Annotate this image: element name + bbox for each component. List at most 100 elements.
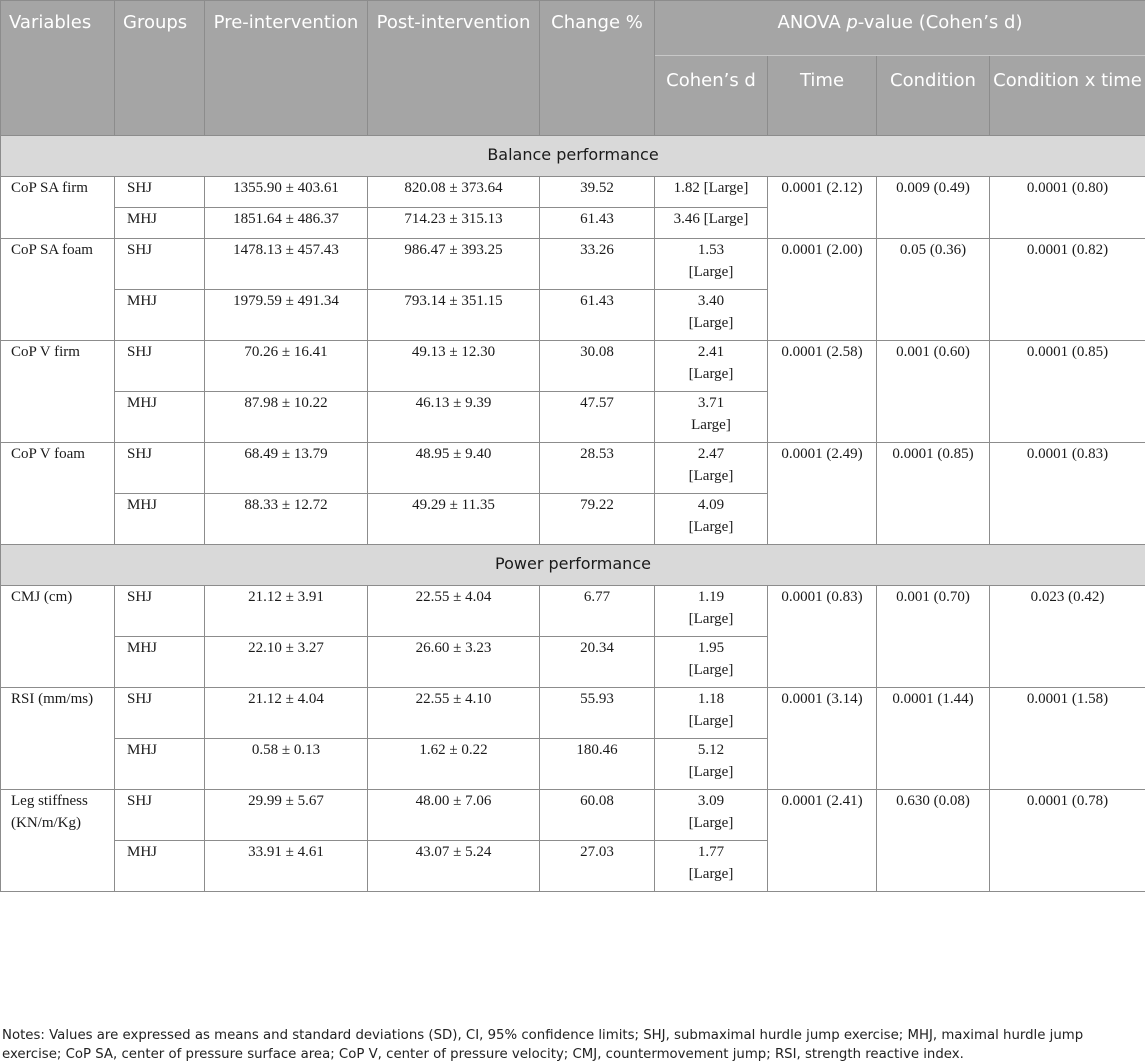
pre-value: 68.49 ± 13.79 — [204, 442, 368, 494]
post-value: 48.95 ± 9.40 — [367, 442, 540, 494]
header-post-intervention: Post-intervention — [367, 0, 540, 136]
condition-p-value: 0.0001 (1.44) — [876, 687, 990, 790]
post-value: 49.29 ± 11.35 — [367, 493, 540, 545]
pre-value: 0.58 ± 0.13 — [204, 738, 368, 790]
interaction-p-value: 0.0001 (0.82) — [989, 238, 1145, 341]
time-p-value: 0.0001 (0.83) — [767, 585, 877, 688]
cohens-d-value: 1.53 [Large] — [654, 238, 768, 290]
cohens-d-value: 3.71 Large] — [654, 391, 768, 443]
interaction-p-value: 0.0001 (0.78) — [989, 789, 1145, 892]
cohens-d-value: 1.19 [Large] — [654, 585, 768, 637]
table-row: CoP SA foam SHJ 1478.13 ± 457.43 986.47 ± 3… — [0, 238, 1145, 341]
section-header-row: Power performance — [0, 544, 1145, 586]
change-value: 33.26 — [539, 238, 655, 290]
pre-value: 33.91 ± 4.61 — [204, 840, 368, 892]
pre-value: 1355.90 ± 403.61 — [204, 176, 368, 208]
time-p-value: 0.0001 (2.58) — [767, 340, 877, 443]
pre-value: 1478.13 ± 457.43 — [204, 238, 368, 290]
table-row: Leg stiffness (KN/m/Kg) SHJ 29.99 ± 5.67 48… — [0, 789, 1145, 892]
post-value: 714.23 ± 315.13 — [367, 207, 540, 239]
post-value: 986.47 ± 393.25 — [367, 238, 540, 290]
interaction-p-value: 0.0001 (0.85) — [989, 340, 1145, 443]
cohens-d-value: 1.18 [Large] — [654, 687, 768, 739]
change-value: 61.43 — [539, 289, 655, 341]
post-value: 793.14 ± 351.15 — [367, 289, 540, 341]
change-value: 30.08 — [539, 340, 655, 392]
interaction-p-value: 0.023 (0.42) — [989, 585, 1145, 688]
condition-p-value: 0.001 (0.60) — [876, 340, 990, 443]
pre-value: 21.12 ± 4.04 — [204, 687, 368, 739]
change-value: 27.03 — [539, 840, 655, 892]
table-row: RSI (mm/ms) SHJ 21.12 ± 4.04 22.55 ± 4.10 55… — [0, 687, 1145, 790]
pre-value: 1851.64 ± 486.37 — [204, 207, 368, 239]
condition-p-value: 0.630 (0.08) — [876, 789, 990, 892]
group-cell: MHJ — [114, 289, 205, 341]
cohens-d-value: 3.46 [Large] — [654, 207, 768, 239]
time-p-value: 0.0001 (2.12) — [767, 176, 877, 239]
variable-name: CoP SA foam — [0, 238, 115, 341]
change-value: 20.34 — [539, 636, 655, 688]
section-title: Power performance — [0, 544, 1145, 586]
interaction-p-value: 0.0001 (0.80) — [989, 176, 1145, 239]
change-value: 47.57 — [539, 391, 655, 443]
change-value: 6.77 — [539, 585, 655, 637]
time-p-value: 0.0001 (2.00) — [767, 238, 877, 341]
pre-value: 22.10 ± 3.27 — [204, 636, 368, 688]
group-cell: MHJ — [114, 207, 205, 239]
header-condition-x-time: Condition x time — [989, 55, 1145, 136]
time-p-value: 0.0001 (2.41) — [767, 789, 877, 892]
change-value: 180.46 — [539, 738, 655, 790]
post-value: 22.55 ± 4.04 — [367, 585, 540, 637]
variable-name: Leg stiffness (KN/m/Kg) — [0, 789, 115, 892]
post-value: 43.07 ± 5.24 — [367, 840, 540, 892]
condition-p-value: 0.0001 (0.85) — [876, 442, 990, 545]
table-notes: Notes: Values are expressed as means and… — [2, 1028, 1084, 1062]
post-value: 22.55 ± 4.10 — [367, 687, 540, 739]
results-table: Variables Groups Pre-intervention Post-i… — [0, 0, 1145, 892]
post-value: 1.62 ± 0.22 — [367, 738, 540, 790]
post-value: 26.60 ± 3.23 — [367, 636, 540, 688]
group-cell: MHJ — [114, 391, 205, 443]
table-row: CoP V foam SHJ 68.49 ± 13.79 48.95 ± 9.40 28… — [0, 442, 1145, 545]
group-cell: MHJ — [114, 840, 205, 892]
group-cell: MHJ — [114, 738, 205, 790]
post-value: 48.00 ± 7.06 — [367, 789, 540, 841]
group-cell: SHJ — [114, 585, 205, 637]
condition-p-value: 0.001 (0.70) — [876, 585, 990, 688]
condition-p-value: 0.05 (0.36) — [876, 238, 990, 341]
group-cell: SHJ — [114, 340, 205, 392]
interaction-p-value: 0.0001 (1.58) — [989, 687, 1145, 790]
group-cell: SHJ — [114, 176, 205, 208]
time-p-value: 0.0001 (2.49) — [767, 442, 877, 545]
variable-name: CoP SA firm — [0, 176, 115, 239]
change-value: 28.53 — [539, 442, 655, 494]
cohens-d-value: 1.95 [Large] — [654, 636, 768, 688]
change-value: 60.08 — [539, 789, 655, 841]
change-value: 79.22 — [539, 493, 655, 545]
header-condition: Condition — [876, 55, 990, 136]
header-anova: ANOVA p-value (Cohen’s d) — [654, 0, 1145, 56]
table-row: CoP SA firm SHJ 1355.90 ± 403.61 820.08 ± 3… — [0, 176, 1145, 239]
condition-p-value: 0.009 (0.49) — [876, 176, 990, 239]
group-cell: SHJ — [114, 442, 205, 494]
table-header: Variables Groups Pre-intervention Post-i… — [0, 0, 1145, 136]
pre-value: 21.12 ± 3.91 — [204, 585, 368, 637]
cohens-d-value: 4.09 [Large] — [654, 493, 768, 545]
table-row: CoP V firm SHJ 70.26 ± 16.41 49.13 ± 12.30 3… — [0, 340, 1145, 443]
pre-value: 88.33 ± 12.72 — [204, 493, 368, 545]
variable-name: CoP V firm — [0, 340, 115, 443]
change-value: 39.52 — [539, 176, 655, 208]
pre-value: 29.99 ± 5.67 — [204, 789, 368, 841]
section-header-row: Balance performance — [0, 135, 1145, 177]
cohens-d-value: 1.82 [Large] — [654, 176, 768, 208]
header-groups: Groups — [114, 0, 205, 136]
cohens-d-value: 2.41 [Large] — [654, 340, 768, 392]
header-variables: Variables — [0, 0, 115, 136]
header-change-percent: Change % — [539, 0, 655, 136]
pre-value: 1979.59 ± 491.34 — [204, 289, 368, 341]
post-value: 820.08 ± 373.64 — [367, 176, 540, 208]
cohens-d-value: 5.12 [Large] — [654, 738, 768, 790]
post-value: 46.13 ± 9.39 — [367, 391, 540, 443]
post-value: 49.13 ± 12.30 — [367, 340, 540, 392]
header-cohens-d: Cohen’s d — [654, 55, 768, 136]
